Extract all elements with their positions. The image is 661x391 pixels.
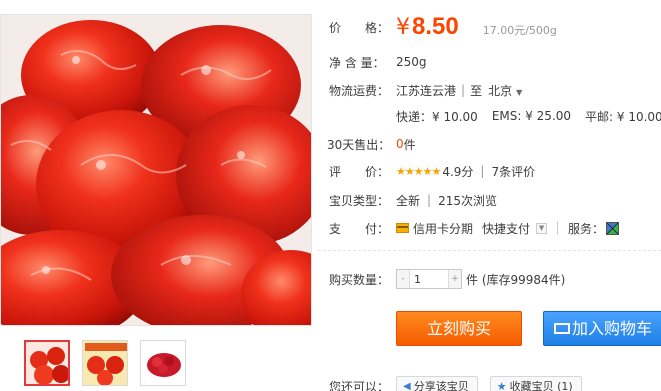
quick-pay-label: 快捷支付 bbox=[482, 221, 531, 236]
buy-now-button[interactable]: 立刻购买 bbox=[396, 311, 522, 346]
share-button[interactable]: ◀ 分享该宝贝 bbox=[396, 376, 478, 391]
quantity-increase-button[interactable]: + bbox=[449, 270, 461, 288]
payment-dropdown-icon[interactable]: ▼ bbox=[536, 222, 548, 234]
rating-row: 评 价： ★★★★★ 4.9分 | 7条评价 bbox=[318, 161, 661, 181]
shopping-cart-icon bbox=[552, 322, 570, 335]
rating-stars-icon: ★★★★★ bbox=[396, 164, 441, 178]
ship-from: 江苏连云港 bbox=[396, 83, 457, 98]
thumbnail-dried-tomatoes-closeup[interactable] bbox=[82, 340, 128, 386]
item-condition: 全新 bbox=[396, 193, 421, 208]
payment-divider bbox=[557, 221, 559, 235]
rating-separator: | bbox=[480, 164, 485, 178]
product-page: 价 格： ¥ 8.50 17.00元/500g 净 含 量： 250g 物流运费… bbox=[0, 0, 661, 391]
chevron-down-icon: ▼ bbox=[516, 87, 523, 97]
express-fee: 快递：¥ 10.00 bbox=[396, 109, 478, 124]
quantity-stepper: - + bbox=[396, 269, 462, 289]
quantity-label: 购买数量： bbox=[329, 272, 390, 287]
favorite-label: 收藏宝贝 (1) bbox=[509, 380, 573, 391]
price-amount: 8.50 bbox=[412, 13, 459, 40]
star-icon: ★ bbox=[496, 379, 507, 391]
payment-label: 支 付： bbox=[329, 221, 390, 236]
item-type-label: 宝贝类型： bbox=[329, 193, 390, 208]
net-weight-value: 250g bbox=[396, 55, 427, 69]
logistics-label: 物流运费： bbox=[329, 83, 390, 98]
monthly-sales-label: 30天售出： bbox=[327, 137, 391, 152]
rating-score: 4.9分 bbox=[442, 164, 474, 179]
currency-symbol: ¥ bbox=[396, 14, 410, 40]
ship-destination-select[interactable]: 北京 ▼ bbox=[488, 82, 522, 99]
stock-info: 件 (库存99984件) bbox=[466, 272, 566, 287]
credit-card-icon bbox=[396, 223, 409, 233]
add-to-cart-button[interactable]: 加入购物车 bbox=[543, 311, 661, 346]
shipping-fees-row: 快递：¥ 10.00 EMS: ¥ 25.00 平邮: ¥ 10.00 bbox=[318, 106, 661, 126]
main-product-image[interactable] bbox=[0, 14, 312, 326]
installment-link[interactable]: 信用卡分期 bbox=[413, 220, 473, 237]
quantity-input[interactable] bbox=[409, 270, 449, 288]
item-type-separator: | bbox=[427, 193, 432, 207]
dried-tomato-photo bbox=[1, 15, 311, 325]
price-row: 价 格： ¥ 8.50 17.00元/500g bbox=[318, 10, 661, 44]
monthly-sales-unit: 件 bbox=[403, 137, 416, 152]
service-guarantee-icon[interactable] bbox=[606, 221, 620, 235]
favorite-button[interactable]: ★ 收藏宝贝 (1) bbox=[489, 376, 582, 391]
surface-mail-fee: 平邮: ¥ 10.00 bbox=[585, 109, 661, 124]
ship-destination: 北京 bbox=[488, 83, 513, 98]
review-count-link[interactable]: 7条评价 bbox=[491, 163, 535, 180]
ship-separator: | bbox=[461, 83, 466, 97]
price-label: 价 格： bbox=[329, 20, 390, 35]
unit-price: 17.00元/500g bbox=[482, 24, 557, 37]
item-type-row: 宝贝类型： 全新 | 215次浏览 bbox=[318, 190, 661, 210]
thumbnail-dried-tomatoes-package[interactable] bbox=[24, 340, 70, 386]
share-icon: ◀ bbox=[403, 380, 411, 391]
net-weight-row: 净 含 量： 250g bbox=[318, 52, 661, 72]
payment-row: 支 付： 信用卡分期 快捷支付 ▼ 服务： bbox=[318, 218, 661, 238]
quantity-decrease-button[interactable]: - bbox=[397, 270, 409, 288]
ship-to-word: 至 bbox=[470, 83, 483, 98]
extras-label: 您还可以： bbox=[329, 379, 390, 391]
ems-fee: EMS: ¥ 25.00 bbox=[491, 109, 572, 123]
section-divider bbox=[318, 250, 661, 251]
rating-label: 评 价： bbox=[329, 164, 390, 179]
service-label: 服务： bbox=[568, 221, 605, 236]
product-details: 价 格： ¥ 8.50 17.00元/500g 净 含 量： 250g 物流运费… bbox=[318, 0, 661, 391]
extra-actions-row: 您还可以： ◀ 分享该宝贝 ★ 收藏宝贝 (1) bbox=[318, 376, 661, 391]
quantity-row: 购买数量： - + 件 (库存99984件) bbox=[318, 268, 661, 290]
share-label: 分享该宝贝 bbox=[413, 380, 469, 391]
add-to-cart-label: 加入购物车 bbox=[572, 319, 653, 338]
monthly-sales-row: 30天售出： 0 件 bbox=[318, 134, 661, 154]
net-weight-label: 净 含 量： bbox=[329, 55, 385, 70]
logistics-row: 物流运费： 江苏连云港 | 至 北京 ▼ bbox=[318, 80, 661, 100]
thumbnail-dried-tomatoes-pile[interactable] bbox=[140, 340, 186, 386]
view-count: 215次浏览 bbox=[438, 193, 497, 208]
thumbnail-strip bbox=[24, 340, 186, 386]
monthly-sales-count: 0 bbox=[396, 137, 404, 151]
